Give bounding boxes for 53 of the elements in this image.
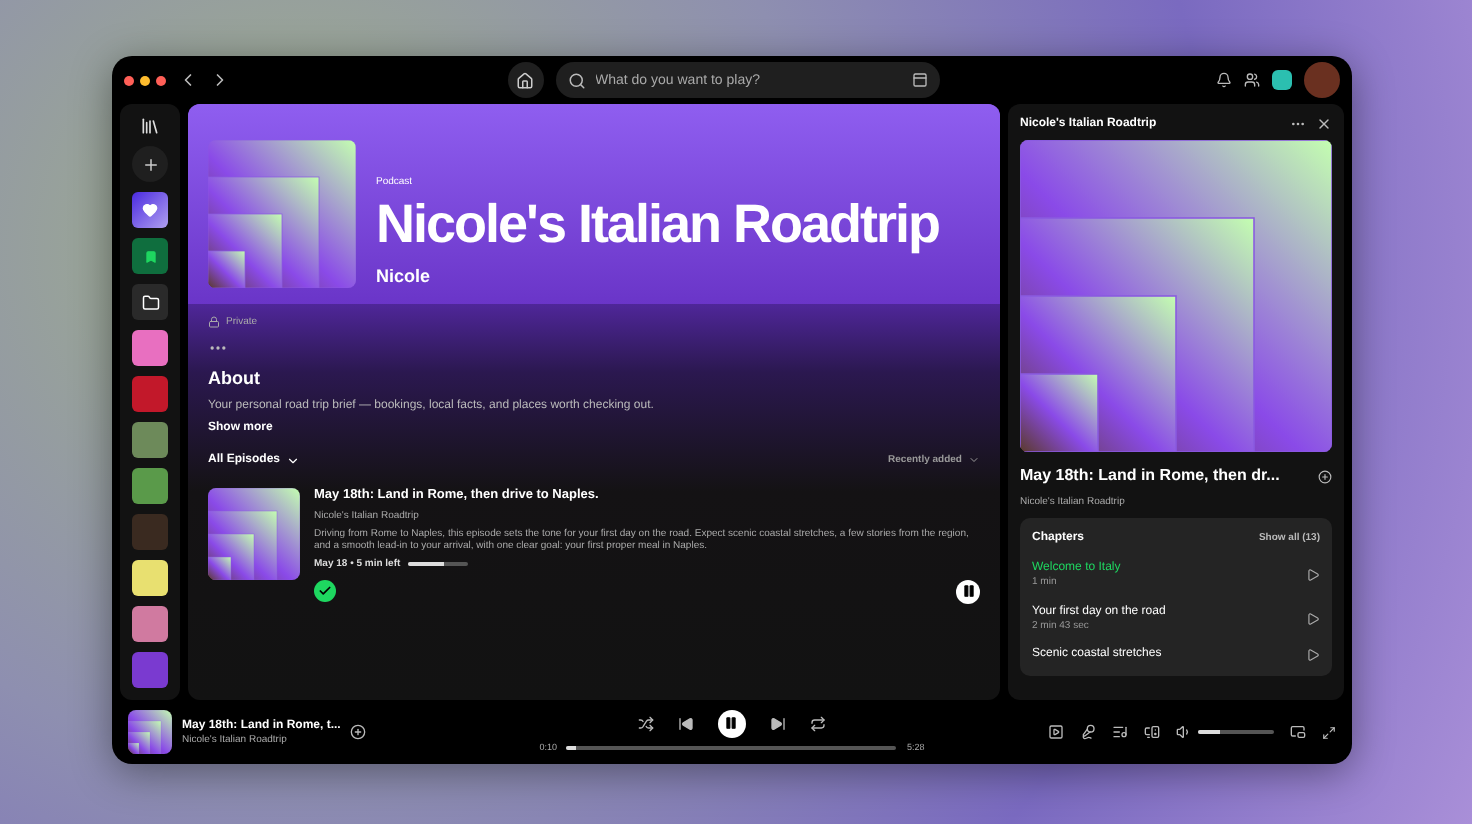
notifications-button[interactable] bbox=[1216, 72, 1232, 88]
create-button[interactable] bbox=[132, 146, 168, 182]
pause-button[interactable] bbox=[956, 579, 980, 604]
browse-icon[interactable] bbox=[911, 72, 927, 88]
fullscreen-button[interactable] bbox=[1322, 725, 1336, 739]
queue-button[interactable] bbox=[1112, 724, 1128, 740]
play-icon bbox=[1306, 647, 1320, 662]
pause-button[interactable] bbox=[717, 709, 746, 738]
about-heading: About bbox=[208, 365, 262, 390]
close-button[interactable] bbox=[1316, 116, 1332, 133]
friends-button[interactable] bbox=[1244, 72, 1260, 88]
play-icon bbox=[1306, 567, 1320, 582]
next-button[interactable] bbox=[769, 715, 786, 732]
pause-icon bbox=[724, 716, 739, 731]
liked-songs-tile[interactable] bbox=[132, 192, 168, 228]
episode-title: May 18th: Land in Rome, then dr... bbox=[1020, 466, 1280, 488]
cover-art bbox=[208, 487, 300, 580]
home-button[interactable] bbox=[507, 62, 543, 98]
heart-icon bbox=[142, 202, 158, 218]
app-icon[interactable] bbox=[1272, 70, 1292, 90]
library-button[interactable] bbox=[140, 116, 160, 136]
now-playing-view-button[interactable] bbox=[1048, 724, 1064, 740]
caret-icon bbox=[968, 454, 980, 467]
add-button[interactable] bbox=[350, 724, 367, 740]
playlist-cover[interactable] bbox=[132, 422, 168, 458]
cover-art bbox=[128, 710, 172, 754]
playlist-cover[interactable] bbox=[132, 560, 168, 596]
devices-button[interactable] bbox=[1144, 724, 1160, 740]
check-icon bbox=[318, 584, 332, 599]
add-button[interactable] bbox=[1318, 469, 1332, 484]
pause-icon bbox=[961, 584, 975, 599]
playlist-cover[interactable] bbox=[132, 330, 168, 366]
caret-icon bbox=[286, 453, 301, 468]
show-title: Nicole's Italian Roadtrip bbox=[376, 193, 939, 256]
home-icon bbox=[516, 71, 534, 89]
miniplayer-button[interactable] bbox=[1290, 724, 1306, 740]
lyrics-button[interactable] bbox=[1080, 724, 1096, 740]
play-icon bbox=[1306, 611, 1320, 625]
playlist-cover[interactable] bbox=[132, 606, 168, 642]
shuffle-button[interactable] bbox=[637, 715, 654, 732]
plus-icon bbox=[141, 155, 159, 173]
lock-icon bbox=[208, 316, 220, 329]
folder-icon bbox=[141, 293, 159, 311]
playlist-cover[interactable] bbox=[132, 468, 168, 504]
search-icon bbox=[567, 71, 585, 89]
repeat-button[interactable] bbox=[809, 715, 826, 732]
added-icon[interactable] bbox=[314, 580, 336, 603]
saved-episodes-tile[interactable] bbox=[132, 238, 168, 274]
show-author: Nicole bbox=[376, 263, 433, 288]
volume-button[interactable] bbox=[1176, 724, 1192, 740]
folder-tile[interactable] bbox=[132, 284, 168, 320]
bookmark-icon bbox=[143, 249, 157, 263]
previous-button[interactable] bbox=[677, 715, 694, 732]
